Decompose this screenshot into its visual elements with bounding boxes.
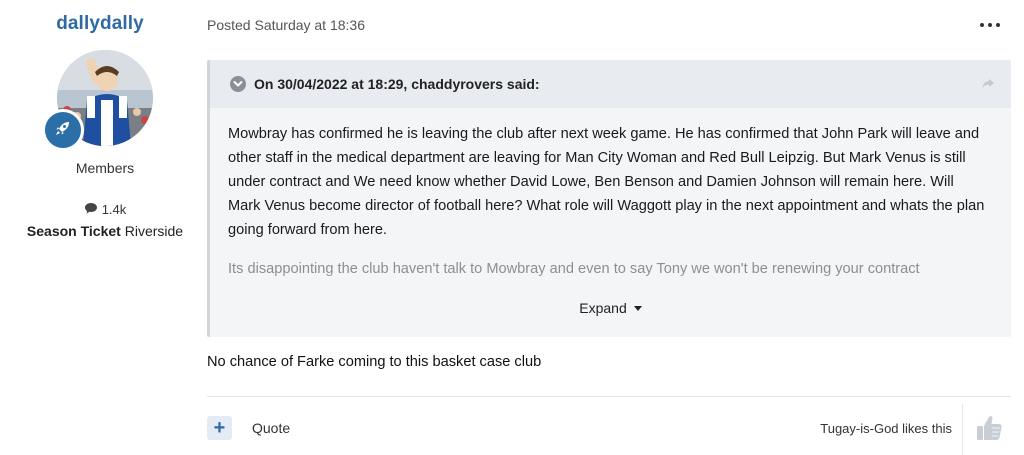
post-count-value: 1.4k xyxy=(101,202,127,217)
post-content: No chance of Farke coming to this basket… xyxy=(207,354,542,370)
divider xyxy=(207,396,1011,397)
rank-badge xyxy=(42,109,84,151)
quote-paragraph: Mowbray has confirmed he is leaving the … xyxy=(228,126,985,238)
caret-down-icon xyxy=(633,306,642,311)
season-label: Season Ticket xyxy=(26,223,121,239)
season-ticket: Season Ticket Riverside xyxy=(0,223,210,239)
quote-block: On 30/04/2022 at 18:29, chaddyrovers sai… xyxy=(207,60,1011,337)
expand-label: Expand xyxy=(579,300,627,316)
quote-header: On 30/04/2022 at 18:29, chaddyrovers sai… xyxy=(210,60,1011,108)
quote-button[interactable]: Quote xyxy=(252,420,290,436)
quote-citation: On 30/04/2022 at 18:29, chaddyrovers sai… xyxy=(254,76,540,92)
like-separator xyxy=(962,404,963,455)
season-value: Riverside xyxy=(124,223,184,239)
likes-summary[interactable]: Tugay-is-God likes this xyxy=(820,421,952,436)
more-dots-icon[interactable] xyxy=(980,18,1000,32)
rocket-icon xyxy=(54,119,72,142)
expand-button[interactable]: Expand xyxy=(210,300,1011,316)
quote-paragraph-faded: Its disappointing the club haven't talk … xyxy=(228,261,920,277)
quote-body: Mowbray has confirmed he is leaving the … xyxy=(210,108,1011,301)
share-arrow-icon[interactable] xyxy=(981,76,995,95)
post-date[interactable]: Posted Saturday at 18:36 xyxy=(207,17,365,33)
thumbs-up-icon[interactable] xyxy=(973,412,1005,444)
post-count: 1.4k xyxy=(0,202,210,217)
multiquote-add-button[interactable]: + xyxy=(207,416,232,440)
author-name[interactable]: dallydally xyxy=(0,13,200,35)
speech-bubble-icon xyxy=(84,202,98,217)
member-group: Members xyxy=(75,160,135,176)
chevron-down-icon[interactable] xyxy=(230,76,246,92)
author-panel: dallydally Members 1.4k Season Ticket Ri… xyxy=(0,0,200,455)
